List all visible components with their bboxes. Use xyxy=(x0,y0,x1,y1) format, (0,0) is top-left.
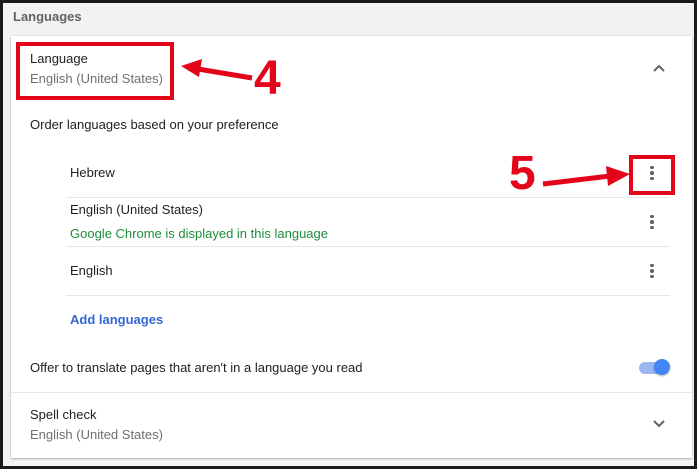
language-item-name: Hebrew xyxy=(70,165,115,180)
more-vert-icon[interactable] xyxy=(642,261,662,281)
spellcheck-value: English (United States) xyxy=(30,427,163,442)
chevron-down-icon[interactable] xyxy=(651,418,667,430)
annotation-number-4: 4 xyxy=(254,52,281,105)
annotation-arrow-4 xyxy=(181,59,253,81)
annotation-box-language xyxy=(16,42,174,100)
more-vert-icon[interactable] xyxy=(642,212,662,232)
annotation-number-5: 5 xyxy=(509,147,536,200)
translate-toggle[interactable] xyxy=(637,359,671,377)
spellcheck-label: Spell check xyxy=(30,407,97,422)
divider xyxy=(66,246,670,247)
add-languages-link[interactable]: Add languages xyxy=(70,312,163,327)
chevron-up-icon[interactable] xyxy=(651,62,667,74)
order-hint: Order languages based on your preference xyxy=(30,117,279,132)
divider xyxy=(66,295,670,296)
language-item-name: English (United States) xyxy=(70,202,203,217)
language-item-name: English xyxy=(70,263,113,278)
toggle-knob xyxy=(654,359,670,375)
annotation-box-more-menu xyxy=(629,155,675,195)
section-title: Languages xyxy=(13,9,82,24)
display-language-note: Google Chrome is displayed in this langu… xyxy=(70,226,328,241)
annotation-arrow-5 xyxy=(542,166,630,187)
divider xyxy=(11,392,692,393)
translate-label: Offer to translate pages that aren't in … xyxy=(30,360,363,375)
divider xyxy=(66,197,670,198)
